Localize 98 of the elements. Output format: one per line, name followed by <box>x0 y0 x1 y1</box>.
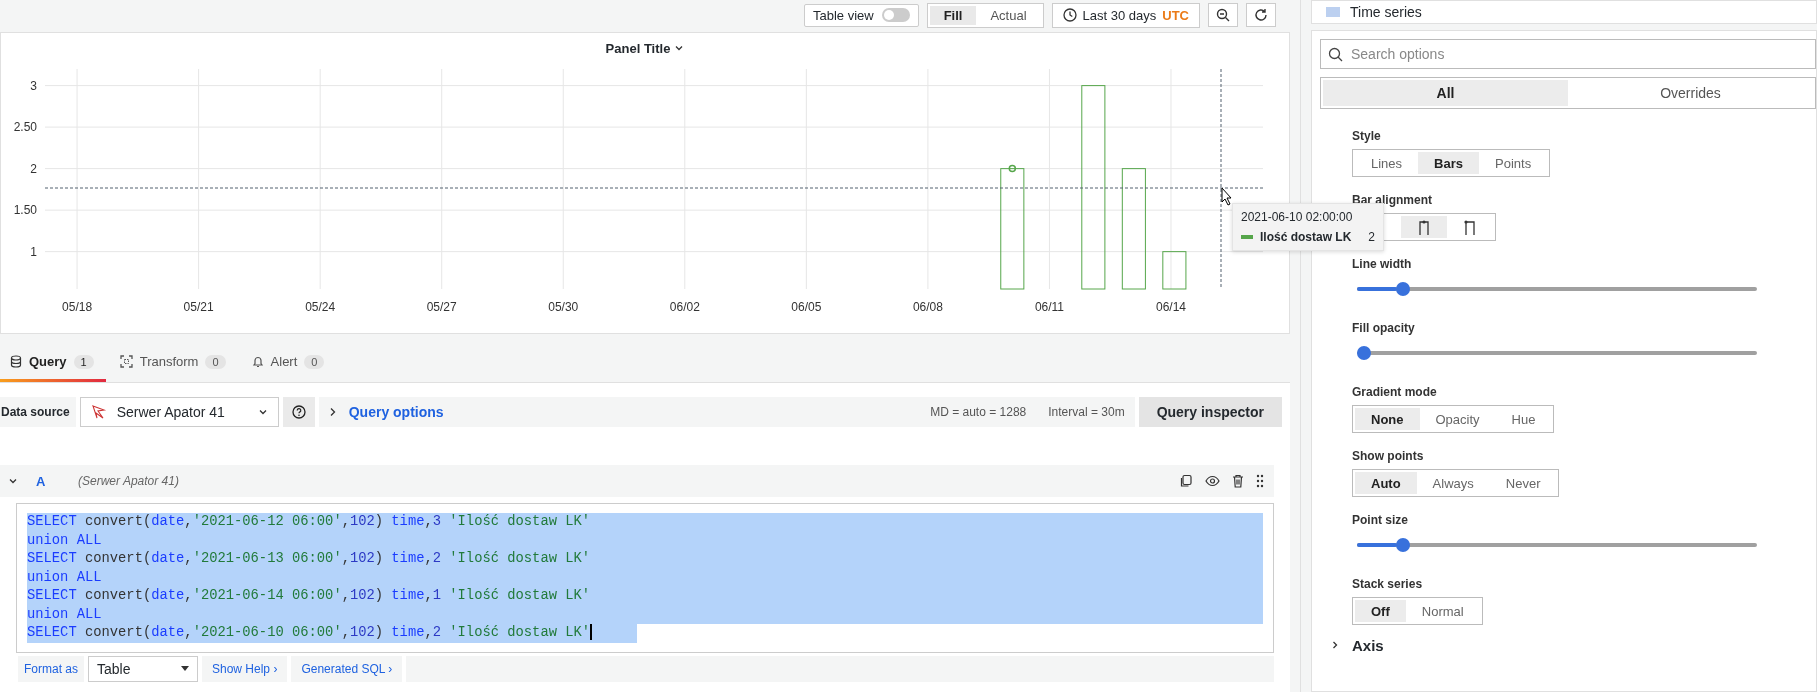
data-source-select[interactable]: Serwer Apator 41 <box>79 397 279 427</box>
time-series-icon <box>1326 7 1340 17</box>
bell-icon <box>251 355 264 368</box>
radio-option[interactable]: Always <box>1416 472 1490 494</box>
x-axis-label: 06/02 <box>669 300 700 314</box>
slider-thumb[interactable] <box>1357 346 1371 360</box>
eye-icon[interactable] <box>1205 475 1220 487</box>
bar-alignment-icon <box>1464 219 1476 235</box>
transform-icon <box>119 355 133 368</box>
bar <box>1162 251 1187 290</box>
search-options-field[interactable]: Search options <box>1320 39 1816 69</box>
help-button[interactable] <box>282 397 315 427</box>
drag-handle-icon[interactable] <box>1256 474 1264 488</box>
y-axis-label: 3 <box>30 78 37 93</box>
tab-counter: 0 <box>304 354 325 369</box>
radio-option[interactable]: Normal <box>1405 600 1480 622</box>
option-label: Line width <box>1352 257 1413 271</box>
x-axis-label: 05/18 <box>62 300 93 314</box>
chevron-down-icon <box>257 407 268 417</box>
option-label: Gradient mode <box>1352 385 1438 399</box>
bar-alignment-option[interactable] <box>1401 216 1447 238</box>
x-axis-label: 06/14 <box>1156 300 1186 314</box>
x-axis-label: 05/27 <box>426 300 457 314</box>
radio-option[interactable]: None <box>1355 408 1420 430</box>
help-icon <box>291 405 306 419</box>
format-as-label: Format as <box>18 655 84 682</box>
generated-sql-button[interactable]: Generated SQL › <box>291 655 403 682</box>
clock-icon <box>1062 8 1077 22</box>
radio-option[interactable]: Off <box>1355 600 1406 622</box>
slider[interactable] <box>1357 537 1757 553</box>
show-help-button[interactable]: Show Help › <box>202 655 288 682</box>
chevron-right-icon <box>328 407 337 417</box>
x-axis-label: 05/30 <box>548 300 579 314</box>
radio-option[interactable]: Lines <box>1355 152 1419 174</box>
zoom-out-icon <box>1216 8 1230 22</box>
options-tab[interactable]: All <box>1323 80 1568 106</box>
trash-icon[interactable] <box>1232 474 1244 488</box>
database-icon <box>10 355 22 368</box>
x-axis-label: 06/08 <box>912 300 943 314</box>
radio-option[interactable]: Auto <box>1355 472 1417 494</box>
slider-thumb[interactable] <box>1395 282 1410 296</box>
editor-tab[interactable]: Alert 0 <box>241 352 337 382</box>
bar-alignment-icon <box>1418 219 1430 235</box>
fill-mode-option[interactable]: Fill <box>929 5 977 25</box>
radio-option[interactable]: Hue <box>1495 408 1552 430</box>
query-ref-name[interactable]: A <box>36 473 66 489</box>
caret-down-icon <box>181 665 189 672</box>
copy-icon[interactable] <box>1179 474 1193 488</box>
y-axis-label: 1 <box>30 244 37 259</box>
slider[interactable] <box>1357 281 1757 297</box>
query-data-source: (Serwer Apator 41) <box>78 474 179 488</box>
query-inspector-button[interactable]: Query inspector <box>1138 397 1282 427</box>
y-axis-label: 2.50 <box>13 120 37 135</box>
tooltip-series-name: Ilość dostaw LK <box>1260 230 1352 244</box>
tab-counter: 0 <box>205 354 226 369</box>
chevron-down-icon <box>674 43 685 53</box>
chevron-down-icon[interactable] <box>8 476 18 486</box>
tooltip-time: 2021-06-10 02:00:00 <box>1241 210 1354 224</box>
panel-title[interactable]: Panel Title <box>1 39 1289 57</box>
refresh-button[interactable] <box>1246 3 1276 27</box>
zoom-out-button[interactable] <box>1208 3 1238 27</box>
option-label: Show points <box>1352 449 1425 463</box>
sql-editor[interactable] <box>16 503 1274 653</box>
fill-mode-option[interactable]: Actual <box>976 5 1041 25</box>
visualization-picker[interactable]: Time series <box>1311 0 1817 24</box>
format-select[interactable]: Table <box>88 655 198 682</box>
mouse-cursor-icon <box>1221 187 1232 206</box>
options-tab[interactable]: Overrides <box>1568 80 1813 106</box>
editor-tab[interactable]: Transform 0 <box>109 352 238 382</box>
tooltip-value: 2 <box>1368 230 1376 244</box>
option-label: Fill opacity <box>1352 321 1416 335</box>
slider[interactable] <box>1357 345 1757 361</box>
option-label: Point size <box>1352 513 1409 527</box>
refresh-icon <box>1254 8 1268 22</box>
radio-option[interactable]: Points <box>1479 152 1548 174</box>
x-axis-label: 06/11 <box>1034 300 1064 314</box>
max-data-points-info: MD = auto = 1288 <box>930 405 1027 419</box>
time-range-picker[interactable]: Last 30 days UTC <box>1051 2 1200 28</box>
table-view-toggle[interactable]: Table view <box>803 3 919 27</box>
toggle-switch[interactable] <box>881 8 910 22</box>
interval-info: Interval = 30m <box>1048 405 1125 419</box>
data-source-label: Data source <box>0 397 76 427</box>
radio-option[interactable]: Bars <box>1418 152 1479 174</box>
slider-thumb[interactable] <box>1395 538 1410 552</box>
radio-option[interactable]: Opacity <box>1419 408 1496 430</box>
x-axis-label: 05/21 <box>183 300 214 314</box>
x-axis-label: 06/05 <box>791 300 822 314</box>
axis-section-header[interactable]: Axis <box>1320 635 1816 655</box>
option-label: Stack series <box>1352 577 1424 591</box>
tab-counter: 1 <box>73 354 94 369</box>
radio-option[interactable]: Never <box>1489 472 1557 494</box>
hover-point <box>1008 164 1017 173</box>
y-axis-label: 1.50 <box>13 203 37 218</box>
query-options-toggle[interactable]: Query options <box>328 404 444 420</box>
y-axis-label: 2 <box>30 161 37 176</box>
option-label: Style <box>1352 129 1382 143</box>
x-axis-label: 05/24 <box>305 300 336 314</box>
table-view-label: Table view <box>812 7 874 23</box>
